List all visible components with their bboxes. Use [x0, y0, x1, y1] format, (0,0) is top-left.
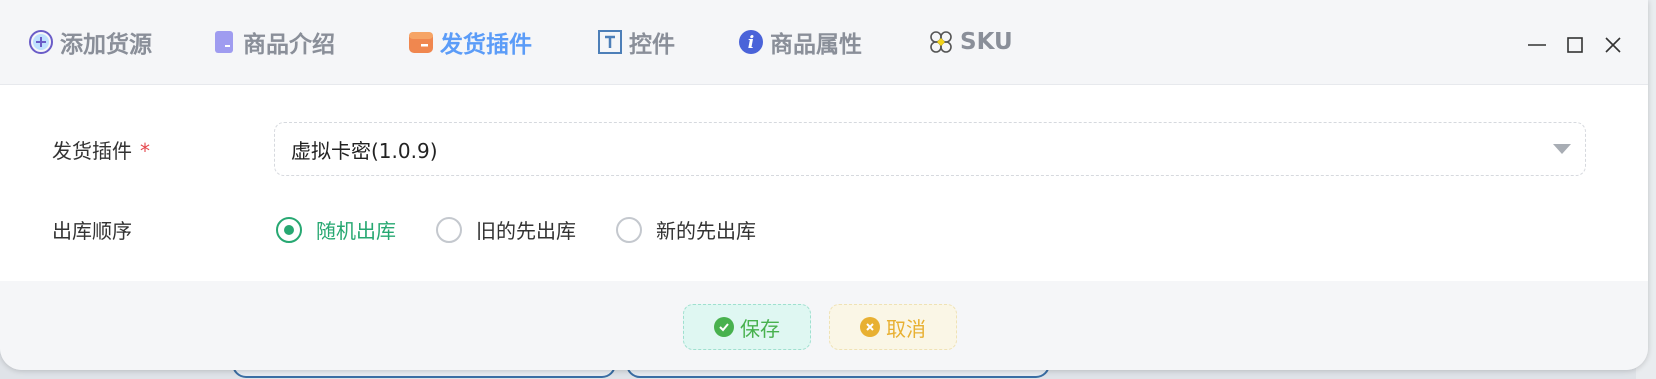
close-icon [1605, 37, 1621, 53]
minimize-icon [1528, 44, 1546, 46]
tab-sku[interactable]: SKU [928, 22, 1013, 62]
maximize-icon [1567, 37, 1583, 53]
tab-product-intro[interactable]: 商品介绍 [211, 22, 335, 62]
tab-label: 发货插件 [440, 32, 532, 58]
maximize-button[interactable] [1560, 30, 1590, 60]
cancel-label: 取消 [886, 316, 926, 341]
radio-circle [616, 216, 642, 243]
tab-product-attributes[interactable]: i 商品属性 [738, 22, 862, 62]
required-mark: * [140, 139, 150, 163]
cancel-button[interactable]: 取消 [829, 304, 957, 350]
clover-icon [928, 29, 954, 55]
dialog-body: 发货插件 * 虚拟卡密(1.0.9) 出库顺序 随机出库 旧的先出库 新的先出库 [0, 85, 1648, 281]
tab-label: 控件 [629, 32, 675, 58]
dialog-header: 添加货源 商品介绍 发货插件 控件 i 商品属性 SKU [0, 0, 1648, 85]
save-button[interactable]: 保存 [683, 304, 811, 350]
tab-label: 添加货源 [60, 32, 152, 58]
radio-random-out[interactable]: 随机出库 [276, 215, 396, 244]
radio-label: 随机出库 [316, 219, 396, 243]
tab-label: SKU [960, 29, 1013, 55]
check-circle-icon [714, 317, 734, 337]
order-field-label: 出库顺序 [52, 219, 132, 243]
close-button[interactable] [1598, 30, 1628, 60]
plus-circle-icon [28, 29, 54, 55]
plugin-select-value: 虚拟卡密(1.0.9) [291, 138, 438, 163]
plugin-label-text: 发货插件 [52, 139, 132, 163]
svg-text:i: i [748, 33, 754, 53]
info-icon: i [738, 29, 764, 55]
radio-label: 新的先出库 [656, 219, 756, 243]
radio-circle [436, 216, 462, 243]
plugin-field-label: 发货插件 * [52, 135, 150, 164]
minimize-button[interactable] [1522, 30, 1552, 60]
radio-circle [276, 216, 302, 243]
package-icon [408, 29, 434, 55]
tab-add-source[interactable]: 添加货源 [28, 22, 152, 62]
tab-controls[interactable]: 控件 [597, 22, 675, 62]
tab-label: 商品属性 [770, 32, 862, 58]
close-circle-icon [860, 317, 880, 337]
text-box-icon [597, 29, 623, 55]
radio-label: 旧的先出库 [476, 219, 576, 243]
plugin-dialog: 添加货源 商品介绍 发货插件 控件 i 商品属性 SKU 发货插件 * 虚拟卡密… [0, 0, 1648, 370]
tab-shipping-plugin[interactable]: 发货插件 [408, 22, 532, 62]
tab-label: 商品介绍 [243, 32, 335, 58]
radio-newest-first[interactable]: 新的先出库 [616, 215, 756, 244]
save-label: 保存 [740, 316, 780, 341]
chevron-down-icon [1553, 144, 1571, 154]
dialog-footer: 保存 取消 [0, 281, 1648, 370]
bookmark-icon [211, 29, 237, 55]
plugin-select[interactable]: 虚拟卡密(1.0.9) [274, 122, 1586, 176]
radio-oldest-first[interactable]: 旧的先出库 [436, 215, 576, 244]
